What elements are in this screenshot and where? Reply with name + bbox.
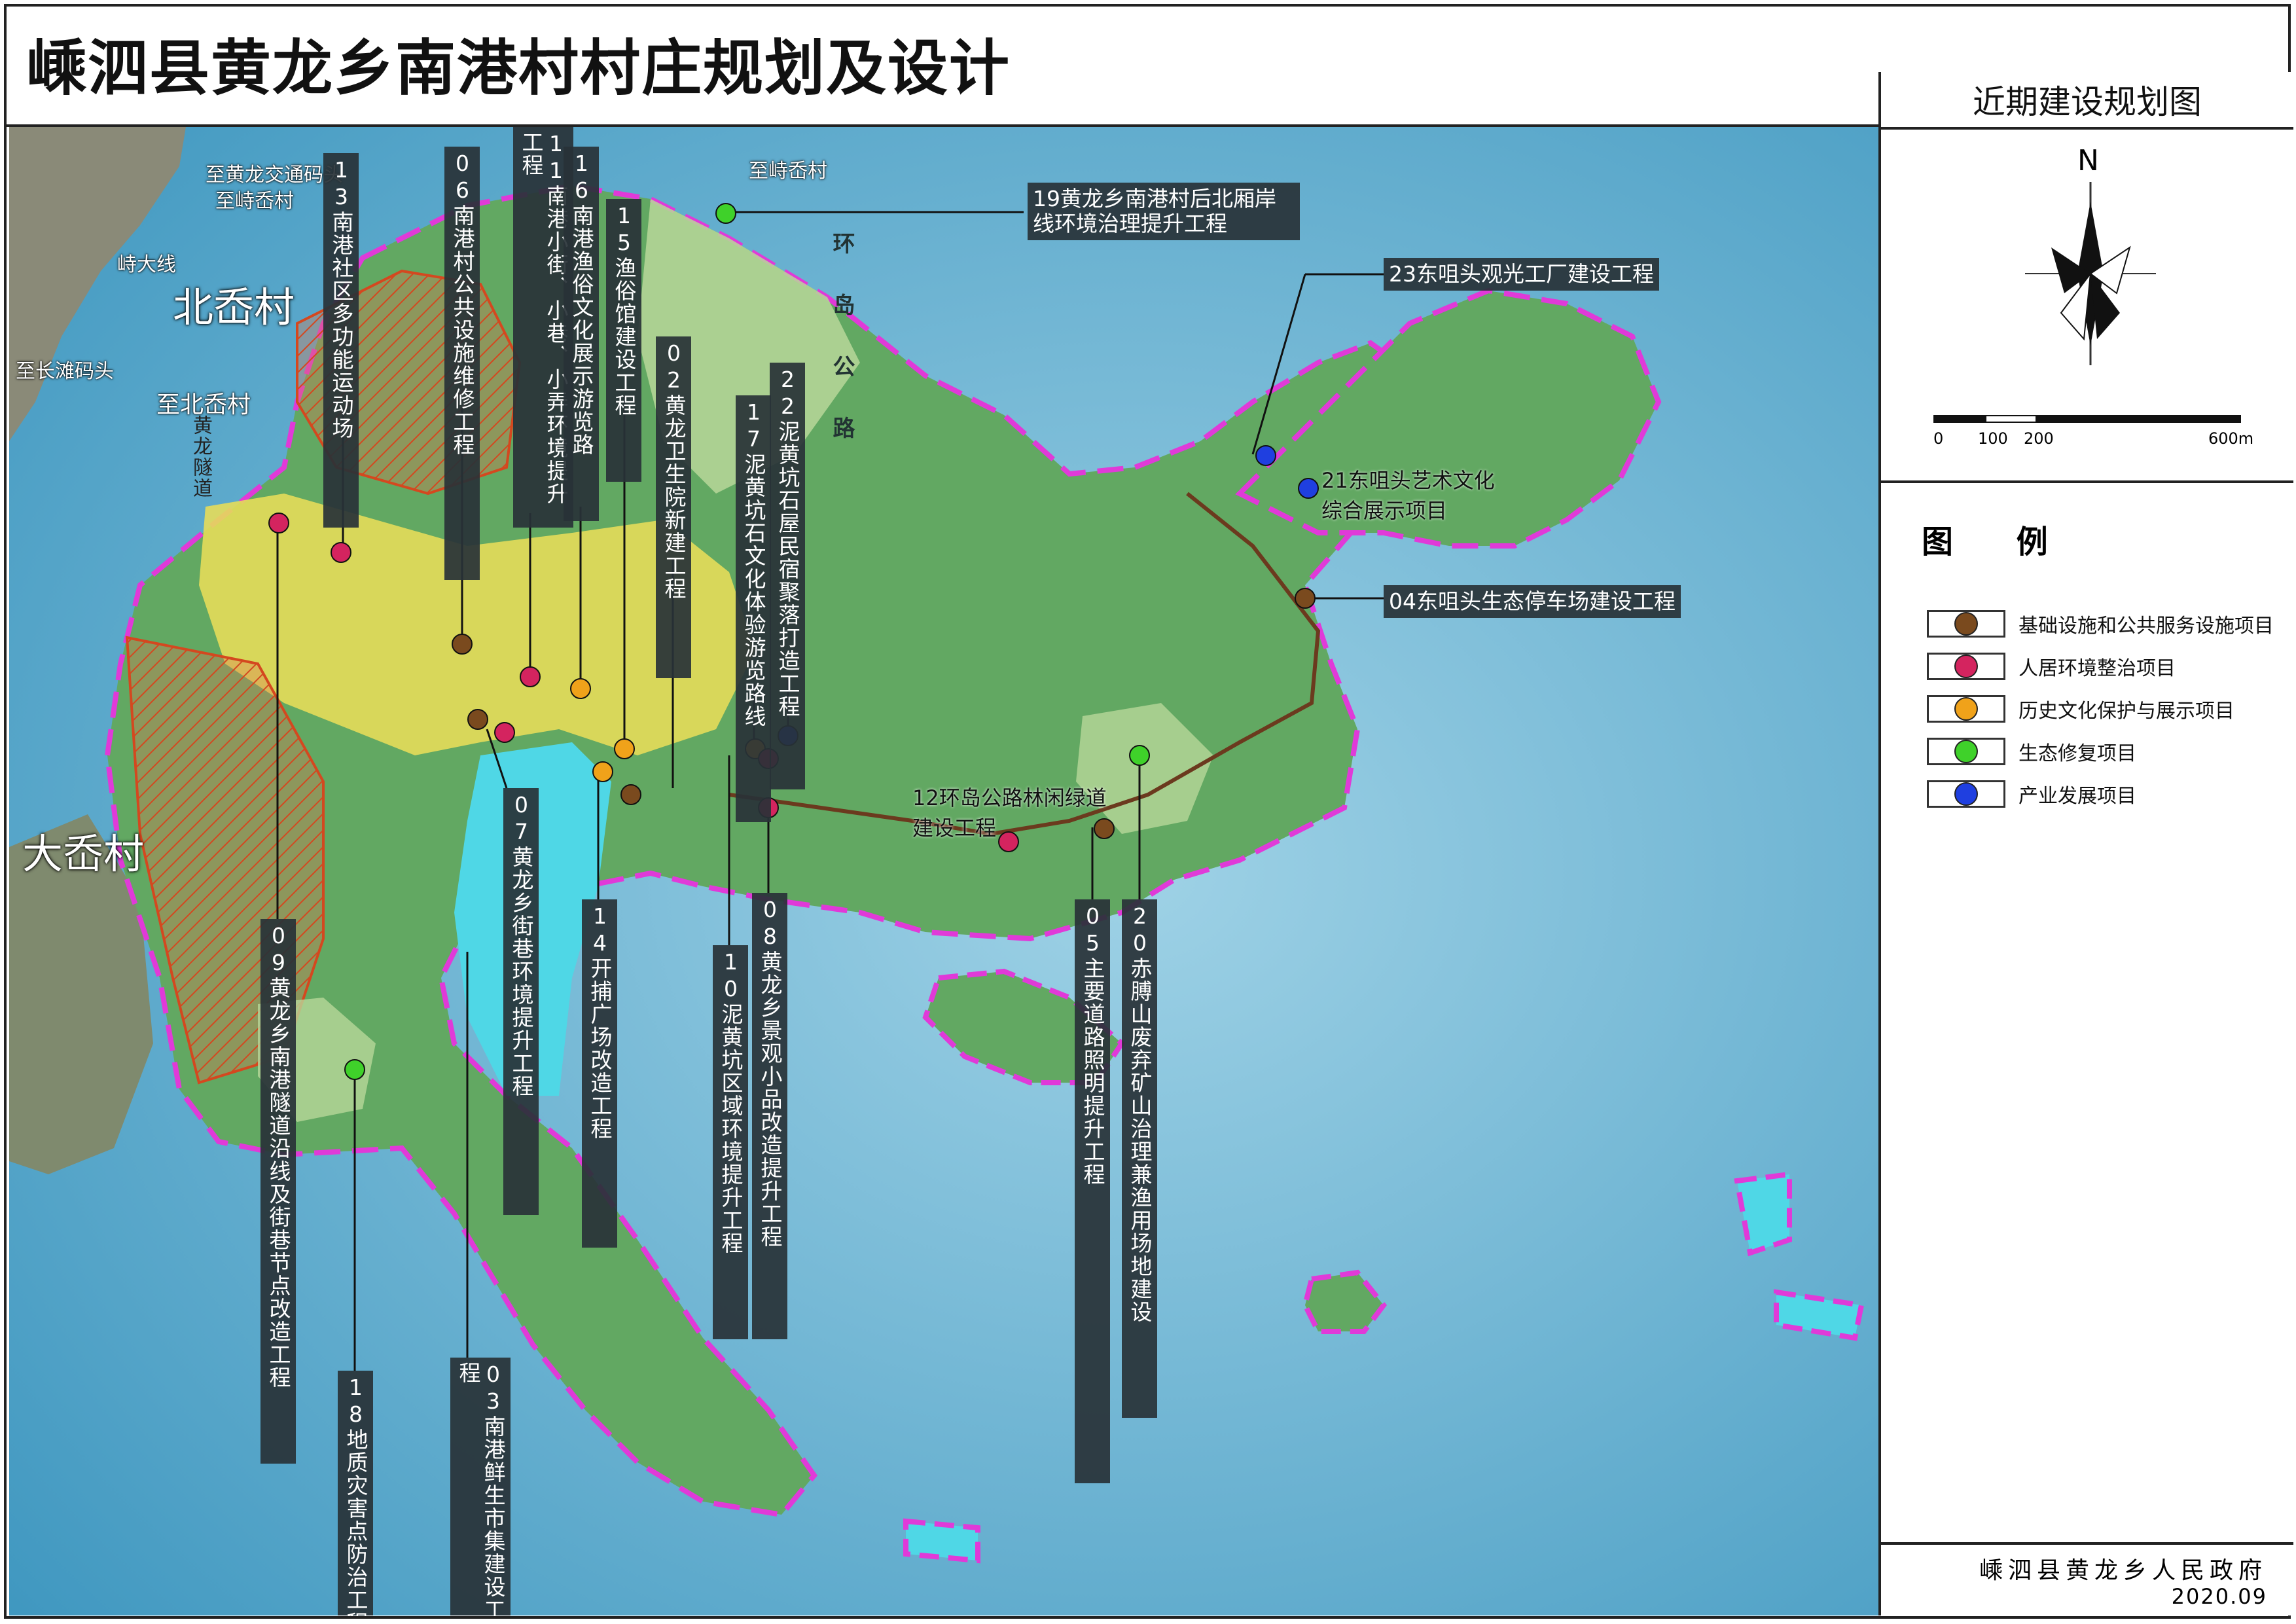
page-title: 嵊泗县黄龙乡南港村村庄规划及设计 xyxy=(26,33,1011,103)
marker-03 xyxy=(467,709,488,730)
issue-date: 2020.09 xyxy=(2171,1584,2267,1609)
marker-15 xyxy=(614,738,635,759)
label-to-huanglong: 至黄龙交通码头 xyxy=(206,164,343,187)
north-arrow-icon xyxy=(2025,182,2156,365)
village-dayao: 大岙村 xyxy=(22,830,145,878)
footer: 嵊泗县黄龙乡人民政府 2020.09 xyxy=(1881,1545,2293,1615)
project-label-19[interactable]: 19黄龙乡南港村后北厢岸线环境治理提升工程 xyxy=(1028,183,1300,240)
project-label-08[interactable]: 08黄龙乡景观小品改造提升工程 xyxy=(752,893,787,1339)
issuing-organization: 嵊泗县黄龙乡人民政府 xyxy=(1979,1557,2267,1584)
project-label-06[interactable]: 06南港村公共设施维修工程 xyxy=(444,147,480,580)
project-label-21[interactable]: 21东咀头艺术文化综合展示项目 xyxy=(1321,464,1505,524)
label-tunnel: 黄龙隧道 xyxy=(189,415,212,499)
marker-16 xyxy=(570,678,591,699)
project-label-13[interactable]: 13南港社区多功能运动场 xyxy=(323,153,359,528)
legend-item-living: 人居环境整治项目 xyxy=(1927,650,2176,683)
marker-23 xyxy=(1255,445,1276,466)
marker-20 xyxy=(1129,745,1150,766)
legend-item-heritage: 历史文化保护与展示项目 xyxy=(1927,693,2234,725)
marker-02 xyxy=(620,784,641,805)
project-label-05[interactable]: 05主要道路照明提升工程 xyxy=(1075,899,1110,1483)
project-label-12[interactable]: 12环岛公路林闲绿道建设工程 xyxy=(912,782,1109,842)
north-label: N xyxy=(2077,144,2099,177)
project-label-03[interactable]: 03南港鲜生市集建设工程 xyxy=(450,1358,511,1615)
scale-tick-0: 0 xyxy=(1933,429,1944,448)
map-canvas[interactable]: 北岙村 大岙村 至黄龙交通码头 至峙岙村 峙大线 至长滩码头 至北岙村 至峙岙村… xyxy=(9,127,1878,1615)
sidebar: 近期建设规划图 N 0 100 200 600m 图 例 基础设施和公共服务设施… xyxy=(1878,72,2293,1615)
marker-21 xyxy=(1298,478,1319,499)
label-to-shiyao-west: 至峙岙村 xyxy=(215,190,294,213)
project-label-23[interactable]: 23东咀头观光工厂建设工程 xyxy=(1384,258,1659,291)
project-label-04[interactable]: 04东咀头生态停车场建设工程 xyxy=(1384,585,1681,618)
marker-19 xyxy=(715,203,736,224)
label-to-shiyao-north: 至峙岙村 xyxy=(749,160,827,183)
project-label-15[interactable]: 15渔俗馆建设工程 xyxy=(606,199,641,482)
legend-dot-icon xyxy=(1954,740,1978,763)
marker-06 xyxy=(452,634,473,655)
legend-dot-icon xyxy=(1954,655,1978,678)
label-shida-line: 峙大线 xyxy=(117,253,176,276)
scale-tick-200: 200 xyxy=(2024,429,2054,448)
legend-title: 图 例 xyxy=(1922,524,2074,560)
north-and-scale: N 0 100 200 600m xyxy=(1881,130,2293,483)
marker-07 xyxy=(494,722,515,743)
scale-bar xyxy=(1933,415,2241,423)
scale-tick-600: 600m xyxy=(2208,429,2254,448)
legend: 图 例 基础设施和公共服务设施项目 人居环境整治项目 历史文化保护与展示项目 生… xyxy=(1881,483,2293,1545)
legend-item-infrastructure: 基础设施和公共服务设施项目 xyxy=(1927,607,2274,640)
legend-dot-icon xyxy=(1954,782,1978,806)
plan-title: 近期建设规划图 xyxy=(1881,72,2293,130)
marker-09 xyxy=(268,513,289,533)
project-label-02[interactable]: 02黄龙卫生院新建工程 xyxy=(656,336,691,678)
marker-14 xyxy=(592,761,613,782)
islet-e xyxy=(903,1518,980,1564)
marker-13 xyxy=(331,542,351,563)
project-label-07[interactable]: 07黄龙乡街巷环境提升工程 xyxy=(503,788,539,1215)
project-label-10[interactable]: 10泥黄坑区域环境提升工程 xyxy=(713,945,748,1339)
marker-11 xyxy=(520,666,541,687)
legend-item-industry: 产业发展项目 xyxy=(1927,778,2136,810)
project-label-22[interactable]: 22泥黄坑石屋民宿聚落打造工程 xyxy=(770,363,805,789)
project-label-16[interactable]: 16南港渔俗文化展示游览路 xyxy=(564,147,599,521)
project-label-17[interactable]: 17泥黄坑石文化体验游览路线 xyxy=(736,395,771,822)
legend-item-ecology: 生态修复项目 xyxy=(1927,735,2136,768)
village-beiyao: 北岙村 xyxy=(173,283,295,331)
marker-18 xyxy=(344,1059,365,1080)
project-label-20[interactable]: 20赤膊山废弃矿山治理兼渔用场地建设 xyxy=(1122,899,1157,1418)
scale-tick-100: 100 xyxy=(1978,429,2008,448)
label-to-changdan: 至长滩码头 xyxy=(16,360,114,383)
project-label-09[interactable]: 09黄龙乡南港隧道沿线及街巷节点改造工程 xyxy=(260,919,296,1464)
legend-dot-icon xyxy=(1954,612,1978,636)
legend-dot-icon xyxy=(1954,697,1978,721)
label-ring-road: 环岛公路 xyxy=(829,232,855,478)
project-label-18[interactable]: 18地质灾害点防治工程 xyxy=(338,1371,373,1615)
project-label-14[interactable]: 14开捕广场改造工程 xyxy=(582,899,617,1248)
marker-04 xyxy=(1295,588,1316,609)
